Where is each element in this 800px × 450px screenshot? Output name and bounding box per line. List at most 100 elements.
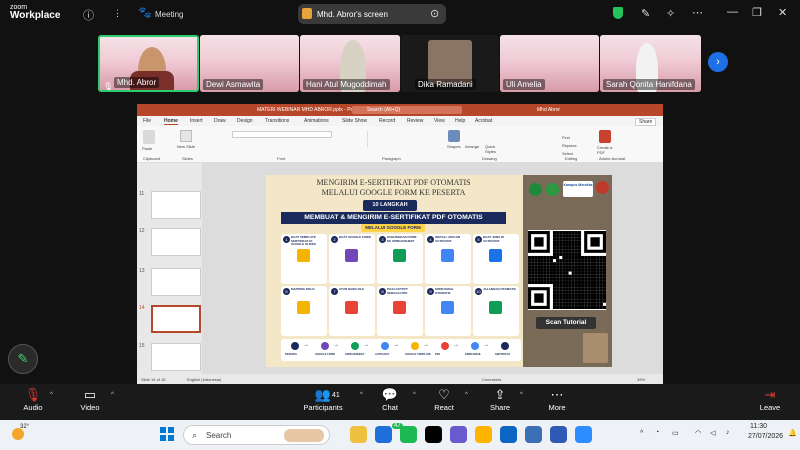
video-options-caret[interactable]: ^ (111, 392, 114, 398)
quick-styles-button[interactable]: Quick Styles (485, 144, 503, 154)
menu-acrobat[interactable]: Acrobat (475, 118, 492, 124)
slide-heading: MEMBUAT & MENGIRIM E-SERTIFIKAT PDF OTOM… (281, 212, 506, 224)
sparkle-icon[interactable]: ✧ (666, 7, 675, 20)
share-options-icon[interactable]: ⊙ (430, 7, 439, 20)
menu-record[interactable]: Record (379, 118, 395, 124)
participant-tile[interactable]: Dika Ramadani (401, 35, 499, 92)
restore-icon[interactable]: ❐ (752, 6, 762, 19)
menu-draw[interactable]: Draw (214, 118, 226, 124)
status-language[interactable]: English (Indonesia) (187, 377, 221, 382)
app-icon[interactable] (550, 426, 567, 443)
create-pdf-icon[interactable] (599, 130, 611, 143)
search-icon: ⌕ (192, 430, 198, 440)
menu-view[interactable]: View (434, 118, 445, 124)
audio-options-caret[interactable]: ^ (50, 392, 53, 398)
leave-button[interactable]: ⇥ Leave (740, 387, 800, 412)
slide-thumbnail[interactable] (151, 228, 201, 256)
new-slide-icon[interactable] (180, 130, 192, 142)
share-button[interactable]: ⇪ Share (470, 387, 530, 412)
battery-icon[interactable]: ▭ (672, 429, 679, 437)
participant-tile-active[interactable]: 🎙 Mhd. Abror (98, 35, 199, 92)
participant-name: Dewi Asmawita (203, 79, 264, 90)
app-icon[interactable] (500, 426, 517, 443)
participant-tile[interactable]: Dewi Asmawita (200, 35, 299, 92)
overflow-icon-2[interactable]: ⋯ (692, 6, 703, 19)
more-button[interactable]: ⋯ More (527, 387, 587, 412)
react-button[interactable]: ♡ React (414, 387, 474, 412)
menu-file[interactable]: File (143, 118, 151, 124)
status-slide-count: Slide 14 of 16 (141, 377, 166, 382)
chat-button[interactable]: 💬 Chat (360, 387, 420, 412)
clock-time[interactable]: 11:30 (750, 423, 767, 430)
new-slide-button[interactable]: New Slide (177, 144, 199, 149)
annotate-icon[interactable]: ✎ (641, 7, 650, 20)
paragraph-buttons[interactable] (367, 131, 447, 147)
zoom-app-icon[interactable] (575, 426, 592, 443)
sound-icon[interactable]: ♪ (726, 429, 730, 436)
menu-transitions[interactable]: Transitions (265, 118, 289, 124)
participants-button[interactable]: 👥 Participants (293, 387, 353, 412)
slide-thumbnail-active[interactable] (151, 305, 201, 333)
chrome-icon[interactable] (375, 426, 392, 443)
shapes-button[interactable]: Shapes (447, 144, 461, 149)
menu-animations[interactable]: Animations (304, 118, 329, 124)
video-button[interactable]: ▭ Video (60, 387, 120, 412)
chat-label: Chat (382, 403, 398, 412)
meeting-label[interactable]: Meeting (155, 10, 183, 19)
replace-button[interactable]: Replace (562, 143, 577, 148)
menu-insert[interactable]: Insert (190, 118, 203, 124)
participant-tile[interactable]: Sarah Qonita Hanifdana (600, 35, 701, 92)
participant-tile[interactable]: Uli Amelia (500, 35, 599, 92)
menu-home[interactable]: Home (164, 118, 178, 125)
status-comments[interactable]: Comments (482, 377, 501, 382)
taskbar-search[interactable]: ⌕ Search (183, 425, 330, 445)
menu-help[interactable]: Help (455, 118, 465, 124)
flow-label: PDF (435, 353, 441, 356)
slide-thumbnail[interactable] (151, 191, 201, 219)
status-zoom-level[interactable]: 39% (637, 377, 645, 382)
flow-arrow: → (333, 342, 339, 348)
menu-review[interactable]: Review (407, 118, 423, 124)
menu-design[interactable]: Design (237, 118, 253, 124)
start-button[interactable] (160, 427, 174, 441)
whatsapp-icon[interactable] (400, 426, 417, 443)
paste-icon[interactable] (143, 130, 155, 144)
ppt-share-button[interactable]: Share (635, 118, 657, 126)
participant-tile[interactable]: Hani Atul Mugoddimah (300, 35, 400, 92)
font-format-buttons[interactable] (232, 141, 332, 148)
copilot-icon[interactable] (450, 426, 467, 443)
annotate-floating-button[interactable]: ✎ (8, 344, 38, 374)
b-app-icon[interactable] (525, 426, 542, 443)
app-icon[interactable] (475, 426, 492, 443)
slide-thumbnail[interactable] (151, 343, 201, 371)
notification-bell-icon[interactable]: 🔔 (788, 429, 797, 437)
create-pdf-button[interactable]: Create a PDF (597, 145, 617, 155)
menu-slide-show[interactable]: Slide Show (342, 118, 367, 124)
tray-overflow-icon[interactable]: ^ (640, 430, 643, 437)
qr-code[interactable] (528, 230, 606, 310)
next-page-button[interactable]: › (708, 52, 728, 72)
tray-app-icon[interactable]: ◔ (655, 429, 659, 436)
arrange-button[interactable]: Arrange (465, 144, 479, 149)
overflow-icon[interactable]: ⋮ (113, 8, 122, 19)
shapes-icon[interactable] (448, 130, 460, 142)
audio-button[interactable]: 🎙 Audio (3, 387, 63, 412)
paste-button[interactable]: Paste (142, 146, 152, 151)
info-icon[interactable]: ⓘ (83, 7, 94, 23)
font-selector[interactable] (232, 131, 332, 138)
share-options-caret[interactable]: ^ (520, 392, 523, 398)
find-button[interactable]: Find (562, 135, 570, 140)
clock-date[interactable]: 27/07/2026 (748, 433, 783, 440)
wifi-icon[interactable]: ◠ (695, 429, 701, 437)
slide-thumbnail[interactable] (151, 268, 201, 296)
react-options-caret[interactable]: ^ (465, 392, 468, 398)
screen-share-banner[interactable]: Mhd. Abror's screen ⊙ (298, 4, 446, 24)
close-icon[interactable]: ✕ (778, 6, 787, 19)
flow-label: SPREADSHEET (345, 353, 365, 356)
minimize-icon[interactable]: — (727, 6, 738, 18)
shield-icon[interactable] (613, 7, 623, 19)
tiktok-icon[interactable] (425, 426, 442, 443)
file-explorer-icon[interactable] (350, 426, 367, 443)
step-icon (393, 301, 406, 314)
volume-icon[interactable]: ◁ (710, 429, 715, 437)
